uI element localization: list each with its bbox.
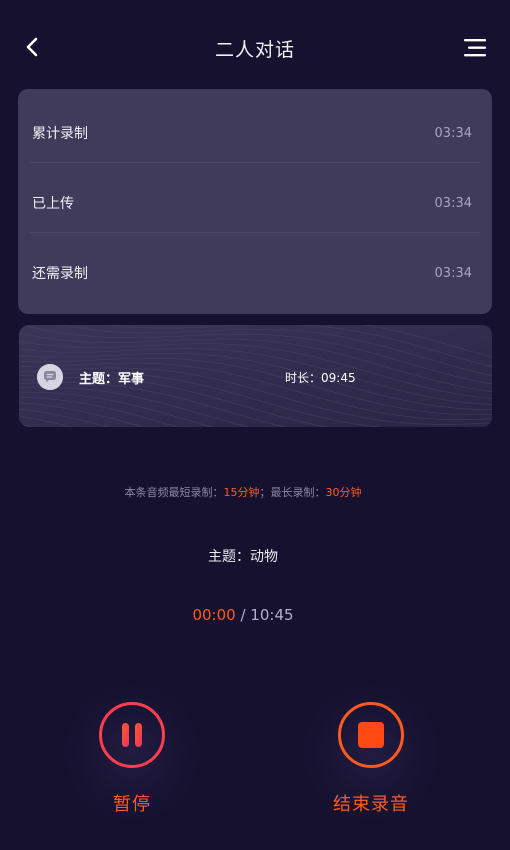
stop-label: 结束录音 <box>333 794 409 815</box>
min-limit-value: 15分钟 <box>223 486 260 499</box>
menu-icon <box>464 39 486 57</box>
stat-value: 03:34 <box>434 126 472 141</box>
current-topic: 主题：动物 <box>208 549 278 565</box>
max-limit-prefix: ；最长录制： <box>259 486 326 499</box>
stat-row-remaining: 还需录制 03:34 <box>30 233 480 303</box>
stat-label: 已上传 <box>32 196 74 212</box>
total-time: 10:45 <box>250 606 294 624</box>
elapsed-time: 00:00 <box>192 606 236 624</box>
menu-button[interactable] <box>463 37 489 59</box>
page-title: 二人对话 <box>214 39 295 61</box>
recording-stats-card: 累计录制 03:34 已上传 03:34 还需录制 03:34 <box>18 89 492 314</box>
chat-bubble-icon <box>37 364 63 390</box>
pause-label: 暂停 <box>113 794 151 815</box>
stop-ring <box>338 702 404 768</box>
topic-avatar <box>37 364 63 390</box>
stop-icon <box>358 722 384 748</box>
stat-value: 03:34 <box>434 196 472 211</box>
min-limit-prefix: 本条音频最短录制： <box>124 486 224 499</box>
recording-timer: 00:00 / 10:45 <box>0 606 486 624</box>
stat-row-total-recorded: 累计录制 03:34 <box>30 93 480 163</box>
topic-card[interactable]: 主题：军事 时长：09:45 <box>19 325 492 427</box>
stop-recording-button[interactable]: 结束录音 <box>296 678 446 828</box>
top-bar: 二人对话 <box>0 0 510 95</box>
pause-icon <box>122 723 142 747</box>
stat-row-uploaded: 已上传 03:34 <box>30 163 480 233</box>
pause-ring <box>99 702 165 768</box>
topic-duration: 时长：09:45 <box>285 371 356 385</box>
timer-separator: / <box>235 606 251 624</box>
pause-button[interactable]: 暂停 <box>57 678 207 828</box>
stat-label: 还需录制 <box>32 266 88 282</box>
topic-label: 主题：军事 <box>79 372 145 387</box>
stat-value: 03:34 <box>434 266 472 281</box>
stat-label: 累计录制 <box>32 126 88 142</box>
max-limit-value: 30分钟 <box>325 486 362 499</box>
recording-limits-text: 本条音频最短录制：15分钟；最长录制：30分钟 <box>0 484 486 500</box>
